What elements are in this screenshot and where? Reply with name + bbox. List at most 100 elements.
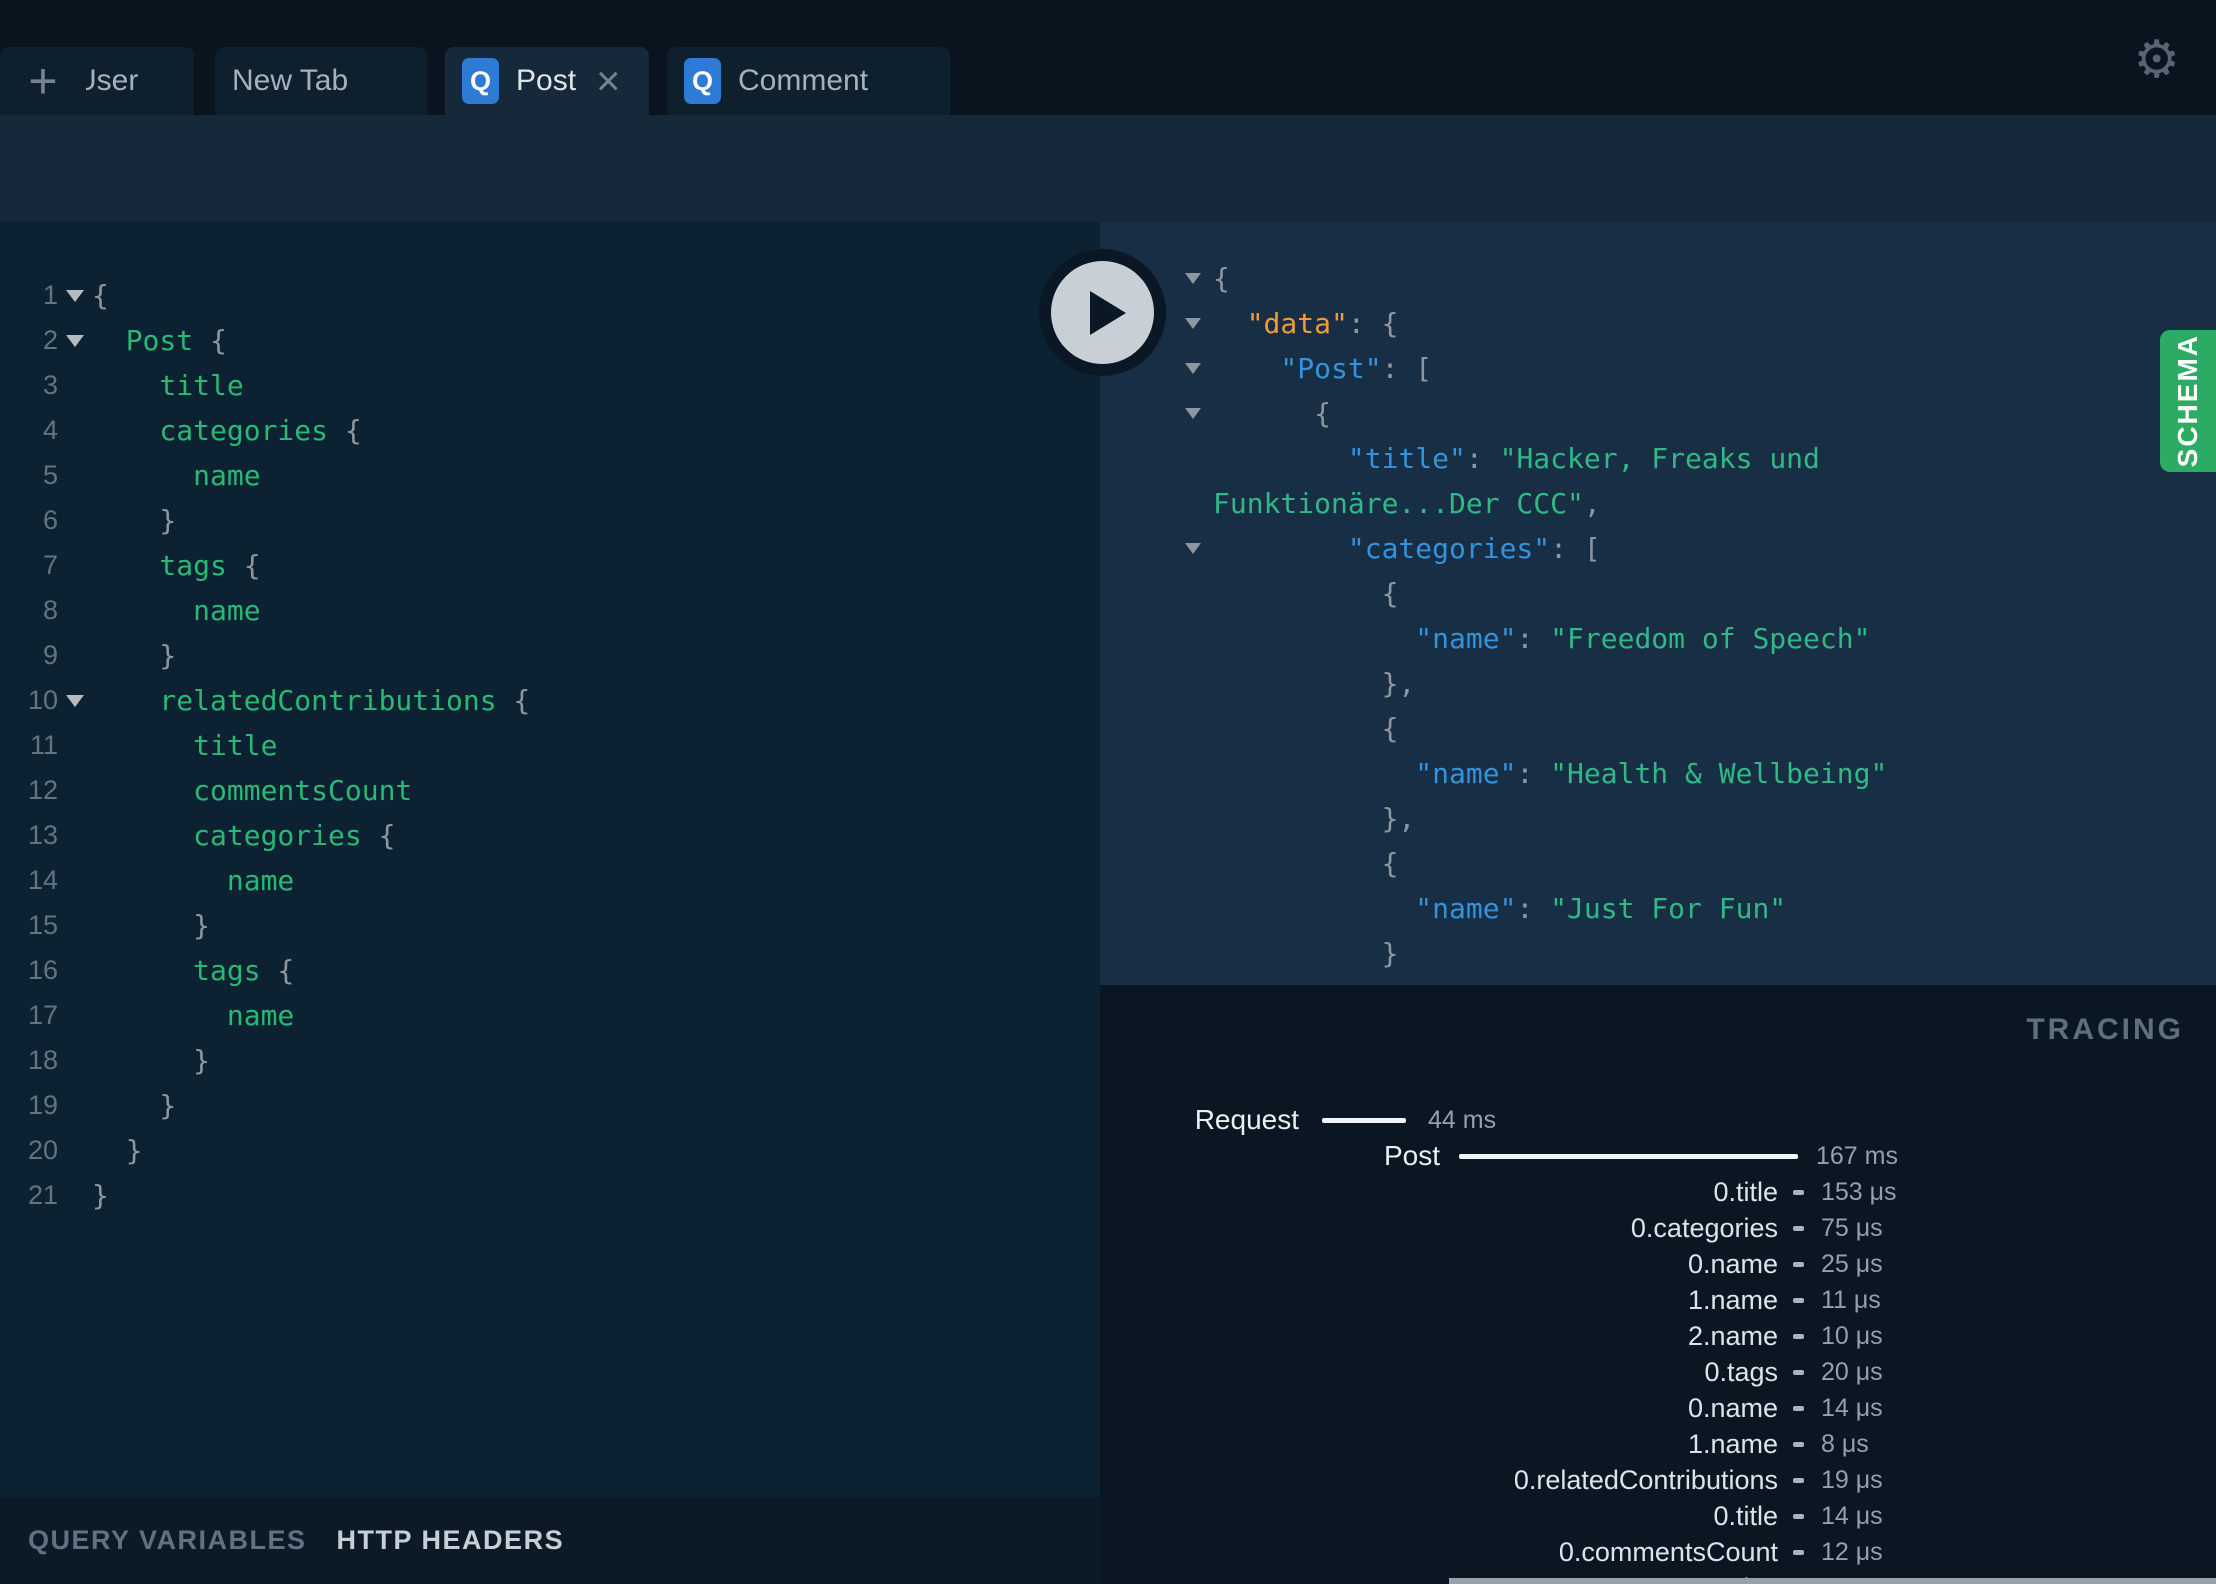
response-line: "title": "Hacker, Freaks und — [1347, 442, 1820, 475]
line-number: 18 — [27, 1045, 58, 1075]
fold-arrow-icon[interactable] — [1185, 408, 1201, 419]
tab-post[interactable]: Q Post × — [445, 47, 649, 115]
trace-dash — [1793, 1370, 1804, 1375]
query-line: 1{ — [0, 273, 1100, 318]
trace-dash — [1793, 1478, 1804, 1483]
fold-arrow-icon[interactable] — [66, 289, 84, 302]
response-line: { — [1381, 847, 1399, 880]
new-tab-button[interactable]: + — [0, 47, 86, 115]
trace-row: 0.title 14 μs — [1100, 1498, 2216, 1534]
query-badge: Q — [462, 58, 499, 104]
response-line: { — [1100, 391, 2216, 436]
tab-label: Post — [516, 64, 577, 97]
trace-row: 1.name 8 μs — [1100, 1426, 2216, 1462]
query-line: 10 relatedContributions { — [0, 678, 1100, 723]
horizontal-scrollbar[interactable] — [1449, 1578, 2216, 1584]
trace-label: 1.name — [1687, 1285, 1778, 1315]
line-number: 3 — [42, 370, 58, 400]
schema-side-tab[interactable]: SCHEMA — [2160, 330, 2216, 472]
play-icon — [1051, 261, 1154, 364]
trace-label: 0.title — [1713, 1501, 1778, 1531]
line-number: 9 — [42, 640, 58, 670]
tab-new-tab[interactable]: New Tab — [215, 47, 427, 115]
response-pane[interactable]: {"data": {"Post": [{"title": "Hacker, Fr… — [1100, 222, 2216, 985]
trace-label: 1.name — [1687, 1429, 1778, 1459]
query-line: 16 tags { — [0, 948, 1100, 993]
schema-tab-label: SCHEMA — [2172, 334, 2203, 468]
response-line: { — [1381, 712, 1399, 745]
query-line: 18} — [0, 1038, 1100, 1083]
close-tab-icon[interactable]: × — [596, 60, 621, 102]
trace-label: 0.commentsCount — [1558, 1537, 1778, 1567]
trace-duration-value: 25 μs — [1821, 1250, 1883, 1278]
trace-label: 0.tags — [1704, 1357, 1778, 1387]
execute-query-button[interactable] — [1039, 249, 1166, 376]
editor-bottom-bar: QUERY VARIABLES HTTP HEADERS — [0, 1497, 1100, 1584]
response-line: Funktionäre...Der CCC", — [1213, 487, 1601, 520]
query-badge: Q — [684, 58, 721, 104]
trace-duration-value: 44 ms — [1428, 1106, 1497, 1134]
trace-label: 0.relatedContributions — [1513, 1465, 1778, 1495]
trace-dash — [1793, 1190, 1804, 1195]
query-line: 2 Post { — [0, 318, 1100, 363]
response-line: } — [1381, 937, 1399, 970]
fold-arrow-icon[interactable] — [1185, 363, 1201, 374]
trace-duration-value: 10 μs — [1821, 1322, 1883, 1350]
query-line: 4 categories { — [0, 408, 1100, 453]
line-number: 2 — [42, 325, 58, 355]
query-editor-pane[interactable]: 1{2 Post {3 title 4 categories {5 name 6} 7 tags… — [0, 222, 1100, 1497]
fold-arrow-icon[interactable] — [1185, 318, 1201, 329]
fold-arrow-icon[interactable] — [66, 334, 84, 347]
trace-dash — [1793, 1550, 1804, 1555]
trace-row: Post 167 ms — [1100, 1138, 2216, 1174]
fold-arrow-icon[interactable] — [66, 694, 84, 707]
response-line: ] — [1100, 976, 2216, 985]
response-line: { — [1381, 577, 1399, 610]
trace-row: 0.commentsCount 12 μs — [1100, 1534, 2216, 1570]
query-line: 5 name — [0, 453, 1100, 498]
trace-dash — [1793, 1226, 1804, 1231]
line-number: 13 — [27, 820, 58, 850]
query-line: 11 title — [0, 723, 1100, 768]
query-line: 6} — [0, 498, 1100, 543]
fold-arrow-icon[interactable] — [1185, 273, 1201, 284]
line-number: 12 — [27, 775, 58, 805]
query-variables-tab[interactable]: QUERY VARIABLES — [28, 1525, 307, 1556]
trace-duration-value: 153 μs — [1821, 1178, 1897, 1206]
trace-row: 0.title 153 μs — [1100, 1174, 2216, 1210]
query-line: 12 commentsCount — [0, 768, 1100, 813]
line-number: 7 — [42, 550, 58, 580]
trace-row: 0.categories 75 μs — [1100, 1210, 2216, 1246]
trace-label: Post — [1383, 1140, 1440, 1171]
trace-dash — [1793, 1442, 1804, 1447]
response-line: "name": "Just For Fun" — [1415, 892, 1787, 925]
response-line: "name": "Health & Wellbeing" — [1415, 757, 1888, 790]
trace-duration-value: 14 μs — [1821, 1502, 1883, 1530]
trace-dash — [1793, 1514, 1804, 1519]
trace-duration-bar — [1459, 1154, 1798, 1159]
response-line: "Post": [ — [1100, 346, 2216, 391]
trace-label: 0.categories — [1630, 1213, 1778, 1243]
line-number: 6 — [42, 505, 58, 535]
line-number: 19 — [27, 1090, 58, 1120]
query-line: 17 name — [0, 993, 1100, 1038]
tab-comment[interactable]: Q Comment — [667, 47, 950, 115]
line-number: 14 — [27, 865, 58, 895]
settings-gear-icon[interactable]: ⚙ — [2133, 30, 2180, 90]
line-number: 5 — [42, 460, 58, 490]
line-number: 1 — [42, 280, 58, 310]
tab-label: New Tab — [232, 64, 349, 97]
trace-label: 0.name — [1687, 1249, 1778, 1279]
trace-label: Request — [1194, 1104, 1299, 1135]
fold-arrow-icon[interactable] — [1185, 543, 1201, 554]
line-number: 16 — [27, 955, 58, 985]
trace-row: Request 44 ms — [1100, 1102, 2216, 1138]
response-line: "categories": [ — [1100, 526, 2216, 571]
response-line: { — [1100, 256, 2216, 301]
toolbar: PRETTIFY HISTORY http://localhost:4000/ … — [0, 115, 2216, 314]
response-json-lines: {"data": {"Post": [{"title": "Hacker, Fr… — [1100, 222, 2216, 985]
line-number: 17 — [27, 1000, 58, 1030]
http-headers-tab[interactable]: HTTP HEADERS — [337, 1525, 565, 1556]
query-line: 20} — [0, 1128, 1100, 1173]
trace-duration-bar — [1322, 1118, 1406, 1123]
